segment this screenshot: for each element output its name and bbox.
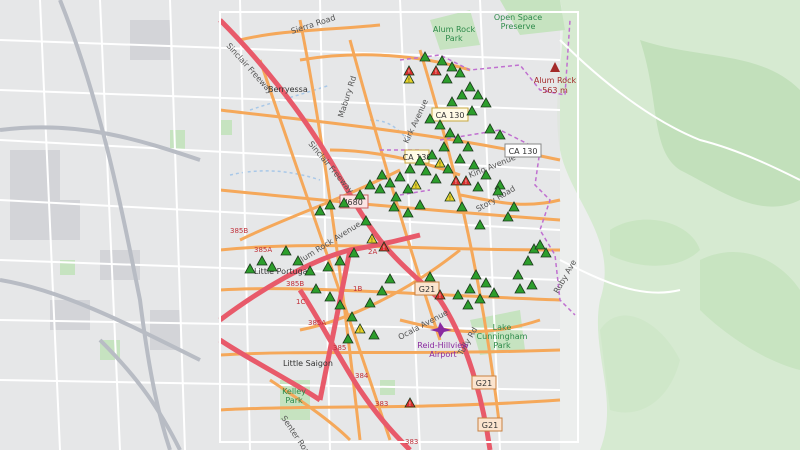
exit-label: 385B — [286, 280, 304, 288]
exit-label: 2A — [368, 248, 377, 256]
label-peak-elevation: 563 m — [542, 86, 568, 95]
exit-label: 385B — [230, 227, 248, 235]
marker-exclamation-icon: ! — [383, 245, 385, 252]
exit-label: 385 — [333, 344, 346, 352]
marker-exclamation-icon: ! — [455, 179, 457, 186]
exit-label: 385A — [308, 319, 326, 327]
marker-exclamation-icon: ! — [465, 179, 467, 186]
shield-ca130-b-label: CA 130 — [509, 147, 538, 156]
label-alum-rock-peak: Alum Rock — [534, 76, 577, 85]
shield-g21-c-label: G21 — [482, 421, 498, 430]
map-canvas[interactable]: Sierra Road Berryessa Sinclair Freeway S… — [0, 0, 800, 450]
marker-exclamation-icon: ! — [415, 183, 417, 190]
shield-ca130-a-label: CA 130 — [436, 111, 465, 120]
marker-exclamation-icon: ! — [439, 293, 441, 300]
exit-label: 385A — [254, 246, 272, 254]
exit-label: 1B — [353, 285, 362, 293]
exit-label: 383 — [405, 438, 418, 446]
label-kelley-park: Kelley Park — [282, 387, 306, 405]
shield-g21-b-label: G21 — [476, 379, 492, 388]
marker-exclamation-icon: ! — [408, 77, 410, 84]
marker-exclamation-icon: ! — [371, 237, 373, 244]
marker-exclamation-icon: ! — [435, 69, 437, 76]
marker-exclamation-icon: ! — [359, 327, 361, 334]
label-little-portugal: Little Portugal — [254, 267, 310, 276]
label-open-space-preserve: Open Space Preserve — [494, 13, 542, 31]
marker-exclamation-icon: ! — [449, 195, 451, 202]
exit-label: 1C — [296, 298, 305, 306]
exit-label: 384 — [355, 372, 369, 380]
marker-exclamation-icon: ! — [439, 161, 441, 168]
marker-exclamation-icon: ! — [409, 401, 411, 408]
label-little-saigon: Little Saigon — [283, 359, 333, 368]
exit-label: 383 — [375, 400, 388, 408]
shield-g21-a-label: G21 — [419, 285, 435, 294]
